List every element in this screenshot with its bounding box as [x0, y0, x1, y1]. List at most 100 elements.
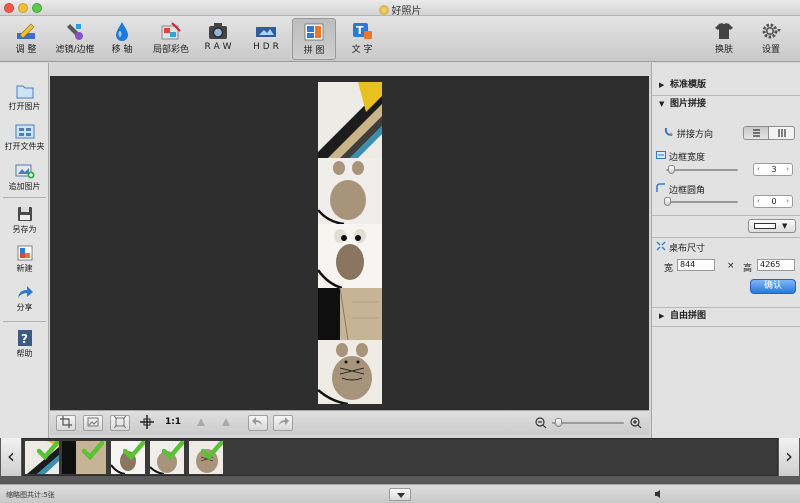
crop-button[interactable] [56, 415, 76, 431]
share-button[interactable]: 分享 [0, 284, 49, 313]
tool-tilt-shift[interactable]: 移 轴 [106, 18, 138, 60]
standard-template-section[interactable]: ▶ 标准模版 [652, 77, 800, 94]
border-color-picker[interactable]: ▼ [748, 219, 796, 233]
tool-collage[interactable]: 拼 图 [292, 18, 336, 60]
rows-icon [753, 129, 760, 137]
speaker-icon[interactable] [654, 489, 664, 499]
border-width-icon [656, 151, 666, 159]
actual-size-button[interactable]: 1:1 [162, 415, 184, 431]
tool-local-color[interactable]: 局部彩色 [148, 18, 194, 60]
zoom-in-icon[interactable] [630, 417, 642, 429]
save-as-button[interactable]: 另存为 [0, 206, 49, 235]
open-image-button[interactable]: 打开图片 [0, 83, 49, 112]
tool-adjust[interactable]: 调 整 [8, 18, 44, 60]
svg-text:?: ? [21, 332, 28, 346]
width-input[interactable]: 844 [677, 259, 715, 271]
filmstrip-prev-button[interactable]: ‹ [1, 438, 21, 476]
crop-icon [60, 416, 72, 428]
collapse-filmstrip-button[interactable] [389, 488, 411, 501]
border-width-slider-handle[interactable] [668, 165, 675, 174]
open-image-icon [16, 85, 33, 99]
add-image-icon [15, 164, 34, 179]
color-swatch [754, 223, 776, 229]
increment-icon[interactable]: › [786, 164, 789, 175]
help-icon: ? [17, 330, 32, 346]
add-image-button[interactable]: 追加图片 [0, 163, 49, 192]
collage-canvas[interactable] [50, 76, 649, 410]
section-divider [652, 215, 800, 216]
main-toolbar: 调 整 滤镜/边框 移 轴 局部彩色 R A W H D R 拼 图 T 文 字… [0, 16, 800, 62]
corner-radius-slider-handle[interactable] [664, 197, 671, 206]
width-label: 宽 [664, 264, 674, 274]
columns-icon [778, 129, 786, 137]
zoom-slider-track[interactable] [552, 422, 624, 424]
vertical-direction-button[interactable] [770, 127, 794, 139]
horizontal-direction-button[interactable] [744, 127, 769, 139]
fit-button[interactable] [110, 415, 130, 431]
filmstrip-next-button[interactable]: › [779, 438, 799, 476]
collage-panel-2[interactable] [318, 158, 382, 224]
direction-label: 拼接方向 [677, 130, 714, 140]
tool-text[interactable]: T 文 字 [346, 18, 378, 60]
tool-change-skin[interactable]: 换肤 [710, 18, 738, 60]
paper-texture-image [318, 288, 382, 340]
collage-strip[interactable] [318, 82, 382, 404]
checkmark-icon [201, 441, 223, 460]
tool-settings[interactable]: 设置 [754, 18, 788, 60]
collage-icon [304, 23, 324, 41]
section-divider [652, 237, 800, 238]
border-width-slider-track[interactable] [666, 169, 738, 171]
image-button[interactable] [83, 415, 103, 431]
collage-section[interactable]: ▼ 图片拼接 [652, 96, 800, 113]
corner-radius-label: 边框圆角 [669, 186, 706, 196]
sidebar-divider [3, 321, 46, 322]
collage-panel-5[interactable] [318, 340, 382, 404]
checkmark-icon [162, 441, 184, 460]
thumbnail[interactable] [150, 441, 184, 474]
collage-panel-1[interactable] [318, 82, 382, 158]
thumbnail[interactable] [111, 441, 145, 474]
status-bar: 缩略图共计:5张 [0, 484, 800, 503]
undo-icon [252, 417, 262, 425]
rotate-left-button[interactable] [191, 415, 211, 431]
increment-icon[interactable]: › [786, 196, 789, 207]
left-sidebar: 打开图片 打开文件夹 追加图片 另存为 新建 分享 ? 帮助 [0, 63, 49, 438]
color-stripes-image [318, 82, 382, 158]
open-folder-button[interactable]: 打开文件夹 [0, 123, 49, 152]
chevron-left-icon: ‹ [7, 444, 15, 468]
tool-raw[interactable]: R A W [202, 18, 234, 60]
move-button[interactable] [137, 415, 157, 431]
thumbnail[interactable] [62, 441, 106, 474]
fit-icon [113, 415, 127, 429]
thumbnail[interactable] [25, 441, 59, 474]
zoom-out-icon[interactable] [535, 417, 547, 429]
collage-panel-3[interactable] [318, 224, 382, 288]
border-width-stepper[interactable]: ‹ 3 › [753, 163, 793, 176]
open-folder-icon [15, 124, 34, 139]
canvas-toolbar: 1:1 [50, 410, 649, 435]
new-button[interactable]: 新建 [0, 245, 49, 274]
mouse-face-image [318, 340, 382, 404]
share-icon [17, 286, 33, 298]
thumbnail[interactable] [189, 441, 223, 474]
collage-panel-4[interactable] [318, 288, 382, 340]
chevron-down-icon [397, 493, 405, 498]
tool-filter-border[interactable]: 滤镜/边框 [52, 18, 98, 60]
direction-icon [664, 127, 673, 136]
sidebar-divider [3, 197, 46, 198]
free-collage-section[interactable]: ▶ 自由拼图 [652, 308, 800, 325]
tool-hdr[interactable]: H D R [250, 18, 282, 60]
zoom-slider-handle[interactable] [555, 418, 562, 427]
redo-button[interactable] [273, 415, 293, 431]
canvas-size-icon [656, 241, 666, 251]
help-button[interactable]: ? 帮助 [0, 330, 49, 359]
corner-radius-stepper[interactable]: ‹ 0 › [753, 195, 793, 208]
gear-icon [762, 23, 781, 39]
corner-radius-slider-track[interactable] [666, 201, 738, 203]
thumbnail-track[interactable] [22, 438, 778, 476]
height-input[interactable]: 4265 [757, 259, 795, 271]
mouse-craft-image [318, 158, 382, 224]
rotate-right-button[interactable] [216, 415, 236, 431]
undo-button[interactable] [248, 415, 268, 431]
confirm-button[interactable]: 确认 [750, 279, 796, 294]
